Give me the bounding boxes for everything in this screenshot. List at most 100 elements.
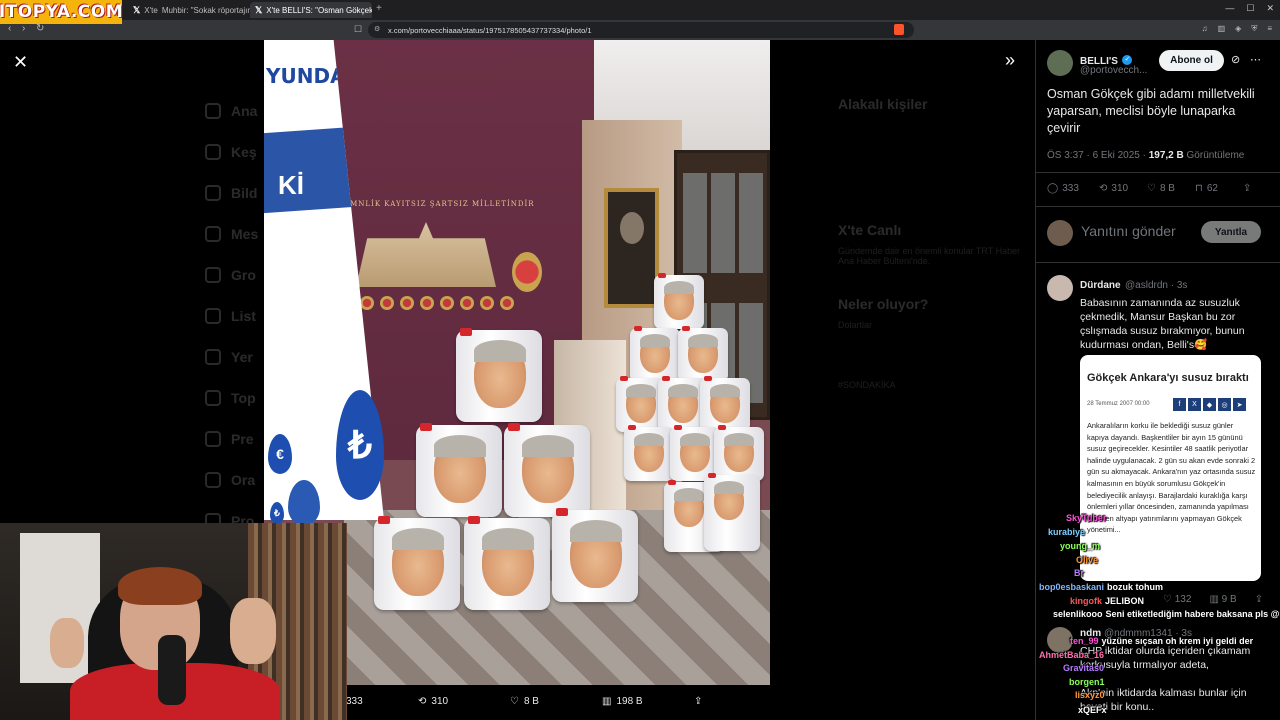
- bg-text: #SONDAKİKA: [838, 380, 896, 390]
- water-jug: [700, 376, 750, 432]
- bg-text: Dolartlar: [838, 320, 873, 330]
- photo-repost-button[interactable]: ⟲ 310: [418, 696, 448, 707]
- photo-emblem: [512, 252, 542, 292]
- banner-ki: Kİ: [278, 170, 304, 200]
- share-icons: f X ◆ ◎ ➤: [1173, 398, 1246, 411]
- photo-reply-button[interactable]: 333: [346, 696, 363, 707]
- bg-nav-item: Pre: [205, 418, 258, 459]
- photo-medallions: [360, 296, 514, 310]
- bookmark-icon: ⊓: [1195, 183, 1203, 194]
- reply-author-handle[interactable]: @asldrdn · 3s: [1125, 280, 1187, 291]
- reload-icon[interactable]: ↻: [36, 23, 44, 34]
- x-logo-icon: 𝕏: [133, 4, 141, 15]
- expand-panel-icon[interactable]: »: [1005, 50, 1015, 71]
- bg-nav-item: Ora: [205, 459, 258, 500]
- media-icon[interactable]: ♫: [1202, 24, 1208, 34]
- minimize-icon[interactable]: —: [1225, 3, 1234, 14]
- lira-drop-icon: ₺: [270, 502, 284, 524]
- brave-shield-icon[interactable]: [894, 24, 904, 35]
- forward-icon[interactable]: ›: [22, 23, 25, 34]
- share-icon: ⇪: [1243, 183, 1252, 194]
- bg-nav-item: Top: [205, 377, 258, 418]
- author-avatar[interactable]: [1047, 50, 1073, 76]
- repost-icon: ⟲: [1099, 183, 1108, 194]
- water-jug: [654, 273, 704, 329]
- author-handle[interactable]: @portovecch...: [1080, 65, 1147, 76]
- grok-icon[interactable]: ⊘: [1231, 53, 1240, 66]
- reply-item[interactable]: Dürdane @asldrdn · 3s Babasının zamanınd…: [1080, 275, 1270, 352]
- bg-nav-item: Bild: [205, 172, 258, 213]
- views-icon: ▥: [602, 696, 612, 707]
- repost-button[interactable]: ⟲ 310: [1099, 183, 1147, 194]
- streamer-hand: [50, 618, 84, 668]
- reply-input[interactable]: Yanıtını gönder: [1081, 223, 1176, 239]
- share-button[interactable]: ⇪: [1243, 183, 1251, 194]
- bg-nav-item: Gro: [205, 254, 258, 295]
- microphone: [158, 635, 186, 705]
- photo-views-button[interactable]: ▥ 198 B: [602, 696, 643, 707]
- water-jug: [714, 425, 764, 481]
- sidebar-icon[interactable]: ▥: [1218, 24, 1226, 34]
- watermark-logo: ITOPYA.COM: [0, 0, 124, 24]
- bg-nav-item: List: [205, 295, 258, 336]
- site-info-icon[interactable]: ⚙: [374, 25, 380, 33]
- more-icon[interactable]: ⋯: [1250, 53, 1261, 66]
- new-tab-icon[interactable]: +: [376, 3, 382, 14]
- bg-nav-item: Ana: [205, 90, 258, 131]
- wallet-icon[interactable]: ◈: [1235, 24, 1241, 34]
- menu-icon[interactable]: ≡: [1267, 24, 1272, 34]
- photo-like-button[interactable]: ♡ 8 B: [510, 696, 539, 707]
- water-jug: [704, 473, 760, 551]
- water-jug: [374, 516, 460, 610]
- streamer-hand: [230, 598, 276, 664]
- window-controls: — ☐ ✕: [1225, 3, 1274, 14]
- reply-submit-button[interactable]: Yanıtla: [1201, 221, 1261, 243]
- photo-portrait: [604, 188, 659, 308]
- like-button[interactable]: ♡ 8 B: [1147, 183, 1195, 194]
- chat-message: borgen1: [1069, 677, 1105, 687]
- tweet-actions: ◯ 333 ⟲ 310 ♡ 8 B ⊓ 62 ⇪: [1047, 183, 1262, 194]
- reply-button[interactable]: ◯ 333: [1047, 183, 1099, 194]
- bg-nav-item: Yer: [205, 336, 258, 377]
- reply-icon: ◯: [1047, 183, 1059, 194]
- vpn-icon[interactable]: ⛨: [1251, 24, 1257, 34]
- subscribe-button[interactable]: Abone ol: [1159, 50, 1224, 71]
- heart-icon: ♡: [1147, 183, 1156, 194]
- verified-icon: ✓: [1122, 54, 1133, 65]
- tweet-time[interactable]: ÖS 3:37 · 6 Eki 2025 ·: [1047, 150, 1149, 161]
- browser-tab[interactable]: 𝕏 X'te Muhbir: "Sokak röportajında: [128, 2, 250, 18]
- close-window-icon[interactable]: ✕: [1266, 3, 1274, 14]
- facebook-icon: f: [1173, 398, 1186, 411]
- reply-avatar[interactable]: [1047, 275, 1073, 301]
- share-icon: ⇪: [694, 696, 703, 707]
- extensions-bar: ♫ ▥ ◈ ⛨ ≡: [1202, 24, 1272, 34]
- bluesky-icon: ◆: [1203, 398, 1216, 411]
- url-text: x.com/portovecchiaaa/status/197517850543…: [388, 25, 592, 35]
- maximize-icon[interactable]: ☐: [1246, 3, 1254, 14]
- background-right-column: Alakalı kişiler X'te Canlı Gündemde dair…: [838, 90, 1038, 390]
- chat-message: kingofk JELIBON: [1070, 596, 1145, 606]
- face-drop-icon: [288, 480, 320, 526]
- chat-message: lisxyz0: [1075, 690, 1105, 700]
- bg-text: Gündemde dair en önemli konular TRT Habe…: [838, 246, 1021, 266]
- url-field[interactable]: ⚙ x.com/portovecchiaaa/status/1975178505…: [368, 22, 914, 38]
- browser-tab-bar: 𝕏 X'te Muhbir: "Sokak röportajında 𝕏 X't…: [0, 0, 1280, 20]
- browser-tab-active[interactable]: 𝕏 X'te BELLI'S: "Osman Gökçek gibi ✕: [250, 2, 372, 18]
- bookmark-button[interactable]: ⊓ 62: [1195, 183, 1243, 194]
- close-icon[interactable]: ✕: [13, 52, 28, 73]
- water-jug: [464, 516, 550, 610]
- streamer-webcam: [0, 523, 347, 720]
- photo-share-button[interactable]: ⇪: [694, 696, 702, 707]
- tab-title-extra: Muhbir: "Sokak röportajında: [161, 5, 250, 15]
- views-label: Görüntüleme: [1183, 150, 1245, 161]
- euro-drop-icon: €: [268, 434, 292, 474]
- reply-author-name[interactable]: Dürdane: [1080, 280, 1121, 291]
- tweet-meta: ÖS 3:37 · 6 Eki 2025 · 197,2 B Görüntüle…: [1047, 150, 1244, 161]
- water-jug: [416, 423, 502, 517]
- tweet-text: Osman Gökçek gibi adamı milletvekili yap…: [1047, 87, 1255, 135]
- reply-text: Babasının zamanında az susuzluk çekmedik…: [1080, 297, 1245, 351]
- water-jug: [624, 425, 674, 481]
- back-icon[interactable]: ‹: [8, 23, 11, 34]
- bookmark-icon[interactable]: ☐: [354, 24, 362, 35]
- photo-plaque: EMNLİK KAYITSIZ ŞARTSIZ MİLLETİNDİR: [344, 200, 535, 208]
